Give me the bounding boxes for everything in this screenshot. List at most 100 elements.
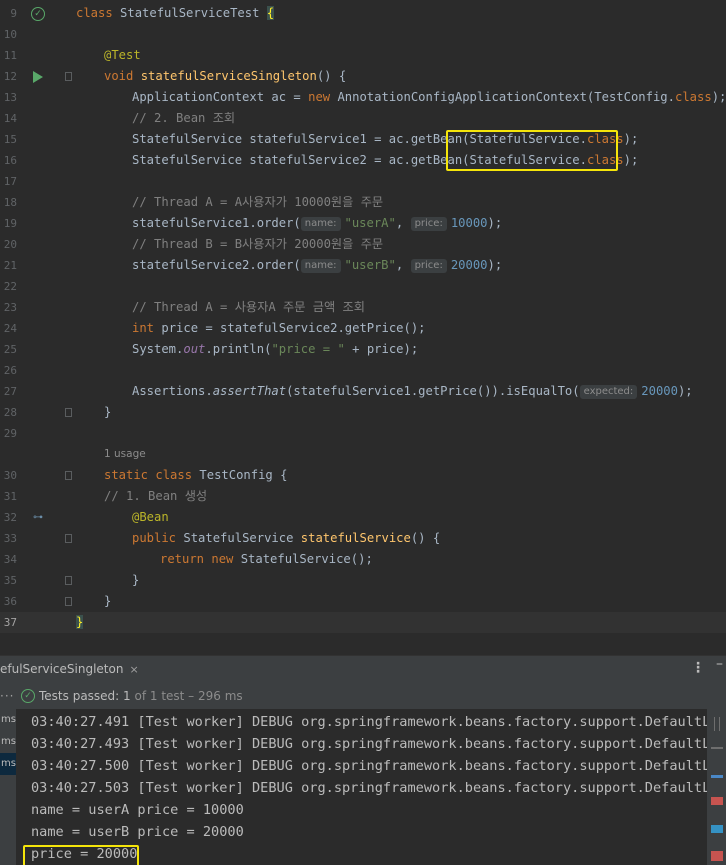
line-number: 13 xyxy=(3,91,17,104)
test-tree[interactable]: ms ms ms xyxy=(0,709,16,865)
line-number: 9 xyxy=(10,7,17,20)
code-line-13[interactable]: 13 ApplicationContext ac = new Annotatio… xyxy=(0,87,726,108)
line-number: 26 xyxy=(3,364,17,377)
code-line-29[interactable]: 29 xyxy=(0,423,726,444)
code-line-12[interactable]: 12 void statefulServiceSingleton() { xyxy=(0,66,726,87)
run-gutter[interactable] xyxy=(27,66,49,87)
clear-icon[interactable] xyxy=(711,797,723,805)
fold-marker[interactable] xyxy=(62,528,74,549)
code-line-17[interactable]: 17 xyxy=(0,171,726,192)
line-number: 22 xyxy=(3,280,17,293)
console-line: name = userA price = 10000 xyxy=(31,802,244,818)
code-line-9[interactable]: 9 ✓ class StatefulServiceTest { xyxy=(0,3,726,24)
code-line-18[interactable]: 18 // Thread A = A사용자가 10000원을 주문 xyxy=(0,192,726,213)
fold-marker[interactable] xyxy=(62,570,74,591)
code-line-23[interactable]: 23 // Thread A = 사용자A 주문 금액 조회 xyxy=(0,297,726,318)
console-line: 03:40:27.493 [Test worker] DEBUG org.spr… xyxy=(31,736,707,752)
run-tab-bar: efulServiceSingleton × ⋮ – xyxy=(0,656,726,684)
line-number: 30 xyxy=(3,469,17,482)
code-line-21[interactable]: 21 statefulService2.order(name: "userB", … xyxy=(0,255,726,276)
fold-icon[interactable] xyxy=(64,408,72,417)
test-tree-item[interactable]: ms xyxy=(0,753,16,775)
test-tree-item[interactable]: ms xyxy=(0,731,16,753)
code-line-31[interactable]: 31 // 1. Bean 생성 xyxy=(0,486,726,507)
code-line-14[interactable]: 14 // 2. Bean 조회 xyxy=(0,108,726,129)
console-output[interactable]: 03:40:27.491 [Test worker] DEBUG org.spr… xyxy=(17,709,707,865)
code-line-30[interactable]: 30 static class TestConfig { xyxy=(0,465,726,486)
console-line: name = userB price = 20000 xyxy=(31,824,244,840)
bean-gutter[interactable]: ⊶ xyxy=(27,507,49,528)
console-line: 03:40:27.500 [Test worker] DEBUG org.spr… xyxy=(31,758,707,774)
code-line-37[interactable]: 37 } xyxy=(0,612,726,633)
code-text: void statefulServiceSingleton() { xyxy=(104,69,347,83)
test-status-bar: ··· ✓ Tests passed: 1 of 1 test – 296 ms xyxy=(0,683,726,709)
fold-marker[interactable] xyxy=(62,465,74,486)
code-text: @Bean xyxy=(132,510,169,524)
code-text: public StatefulService statefulService()… xyxy=(132,531,441,545)
usage-hint-line: 1 usage xyxy=(0,444,726,465)
delete-icon[interactable] xyxy=(711,851,723,861)
check-icon[interactable]: ✓ xyxy=(31,6,45,21)
code-line-10[interactable]: 10 xyxy=(0,24,726,45)
code-text: int price = statefulService2.getPrice(); xyxy=(132,321,426,335)
soft-wrap-icon[interactable] xyxy=(711,775,723,778)
code-text: static class TestConfig { xyxy=(104,468,288,482)
code-text: } xyxy=(76,612,84,633)
fold-marker[interactable] xyxy=(62,591,74,612)
run-panel: efulServiceSingleton × ⋮ – ··· ✓ Tests pa… xyxy=(0,655,726,865)
line-number: 15 xyxy=(3,133,17,146)
wrap-icon[interactable] xyxy=(714,717,720,731)
line-number: 25 xyxy=(3,343,17,356)
line-number: 31 xyxy=(3,490,17,503)
code-text: System.out.println("price = " + price); xyxy=(132,342,419,356)
test-tree-item[interactable]: ms xyxy=(0,709,16,731)
run-tab[interactable]: efulServiceSingleton × xyxy=(0,656,139,683)
code-line-34[interactable]: 34 return new StatefulService(); xyxy=(0,549,726,570)
line-number: 14 xyxy=(3,112,17,125)
code-line-11[interactable]: 11 @Test xyxy=(0,45,726,66)
run-gutter[interactable]: ✓ xyxy=(27,3,49,24)
fold-marker[interactable] xyxy=(62,402,74,423)
more-icon[interactable]: ··· xyxy=(0,683,14,709)
console-line: 03:40:27.503 [Test worker] DEBUG org.spr… xyxy=(31,780,707,796)
matched-brace: } xyxy=(76,615,84,629)
line-number: 28 xyxy=(3,406,17,419)
console-line: 03:40:27.491 [Test worker] DEBUG org.spr… xyxy=(31,714,707,730)
line-number: 36 xyxy=(3,595,17,608)
code-text: // Thread A = 사용자A 주문 금액 조회 xyxy=(132,300,365,314)
code-text: ApplicationContext ac = new AnnotationCo… xyxy=(132,90,726,104)
play-icon[interactable] xyxy=(33,70,43,83)
code-line-22[interactable]: 22 xyxy=(0,276,726,297)
code-line-26[interactable]: 26 xyxy=(0,360,726,381)
code-line-35[interactable]: 35 } xyxy=(0,570,726,591)
fold-icon[interactable] xyxy=(64,576,72,585)
usage-hint[interactable]: 1 usage xyxy=(104,444,146,465)
code-line-36[interactable]: 36 } xyxy=(0,591,726,612)
print-icon[interactable] xyxy=(711,825,723,833)
fold-marker[interactable] xyxy=(62,66,74,87)
code-text: // 2. Bean 조회 xyxy=(132,111,236,125)
scroll-end-icon[interactable] xyxy=(711,743,723,749)
code-line-33[interactable]: 33 public StatefulService statefulServic… xyxy=(0,528,726,549)
code-line-32[interactable]: 32 ⊶ @Bean xyxy=(0,507,726,528)
code-editor[interactable]: 9 ✓ class StatefulServiceTest { 10 11 @T… xyxy=(0,0,726,633)
close-icon[interactable]: × xyxy=(129,663,138,676)
fold-icon[interactable] xyxy=(64,597,72,606)
code-line-20[interactable]: 20 // Thread B = B사용자가 20000원을 주문 xyxy=(0,234,726,255)
code-text: return new StatefulService(); xyxy=(160,552,373,566)
code-line-25[interactable]: 25 System.out.println("price = " + price… xyxy=(0,339,726,360)
fold-icon[interactable] xyxy=(64,534,72,543)
minimize-icon[interactable]: – xyxy=(716,656,723,672)
kebab-menu-icon[interactable]: ⋮ xyxy=(691,660,705,676)
param-hint: price: xyxy=(410,259,447,273)
bean-icon[interactable]: ⊶ xyxy=(33,512,43,523)
fold-icon[interactable] xyxy=(64,471,72,480)
code-line-27[interactable]: 27 Assertions.assertThat(statefulService… xyxy=(0,381,726,402)
code-line-19[interactable]: 19 statefulService1.order(name: "userA", … xyxy=(0,213,726,234)
console-toolbar xyxy=(707,709,726,865)
fold-icon[interactable] xyxy=(64,72,72,81)
code-line-24[interactable]: 24 int price = statefulService2.getPrice… xyxy=(0,318,726,339)
line-number: 17 xyxy=(3,175,17,188)
param-hint: name: xyxy=(300,259,341,273)
code-line-28[interactable]: 28 } xyxy=(0,402,726,423)
